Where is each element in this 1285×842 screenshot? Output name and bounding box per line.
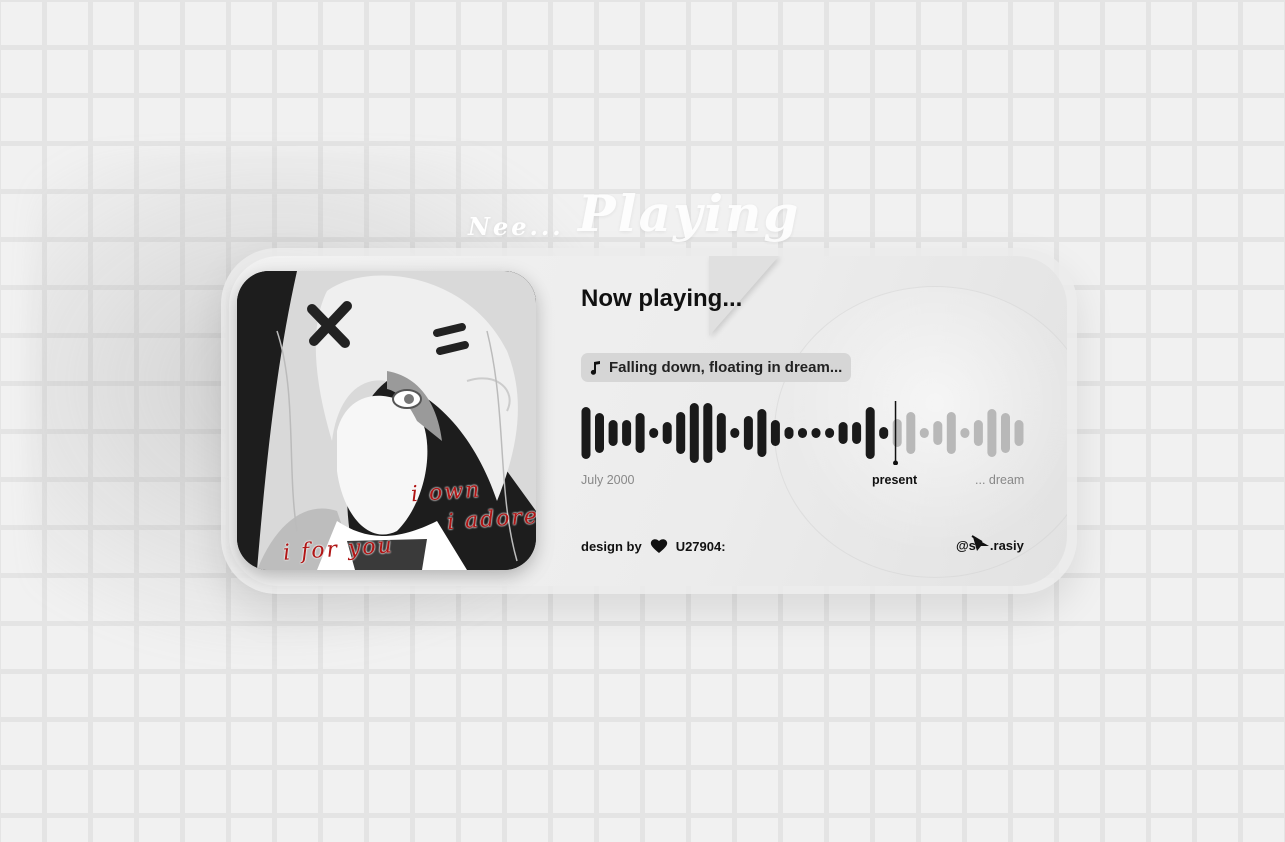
- waveform-bar: [662, 422, 672, 444]
- waveform-bar: [865, 407, 875, 459]
- waveform-bar: [608, 420, 618, 446]
- waveform-bar: [906, 412, 916, 454]
- waveform-bar: [987, 409, 997, 457]
- waveform-bar: [838, 422, 848, 444]
- waveform-bar: [852, 422, 862, 444]
- waveform-bar: [946, 412, 956, 454]
- waveform-bar: [879, 427, 889, 439]
- album-lyric-1: i own: [410, 477, 483, 508]
- end-time-label: ... dream: [975, 473, 1025, 487]
- waveform-bar: [757, 409, 767, 457]
- playhead-knob[interactable]: [893, 460, 899, 466]
- now-playing-title: Now playing...: [581, 285, 743, 312]
- waveform-bar: [770, 420, 780, 446]
- waveform-bar: [784, 427, 794, 439]
- cursor-icon: [971, 535, 989, 551]
- waveform-bar: [798, 428, 807, 438]
- designer-name: U27904:: [675, 538, 726, 554]
- waveform-bar: [1001, 413, 1010, 453]
- waveform-bar: [581, 407, 591, 459]
- current-time-label: present: [872, 473, 918, 487]
- waveform-bar: [960, 428, 970, 438]
- waveform-bar: [689, 403, 699, 463]
- waveform-bar: [811, 428, 821, 438]
- heart-icon: [650, 539, 667, 553]
- decorative-big-text: Playing: [578, 184, 801, 243]
- waveform-bar: [622, 420, 632, 446]
- waveform-bar: [730, 428, 740, 438]
- start-time-label: July 2000: [581, 473, 635, 487]
- waveform-bar: [676, 412, 686, 454]
- waveform-bar: [595, 413, 604, 453]
- waveform-bar: [743, 416, 753, 450]
- waveform-bar: [635, 413, 645, 453]
- waveform-progress[interactable]: [581, 401, 1024, 465]
- waveform-bar: [892, 419, 902, 447]
- design-by-label: design by: [581, 538, 642, 554]
- design-credit: design by U27904:: [581, 538, 726, 554]
- waveform-bar: [973, 420, 983, 446]
- handle-suffix: .rasiy: [989, 538, 1024, 553]
- waveform-bar: [716, 413, 726, 453]
- track-title: Falling down, floating in dream...: [609, 359, 843, 376]
- waveform-bar: [825, 428, 835, 438]
- decorative-small-text: Nee...: [468, 212, 564, 241]
- waveform-bar: [919, 428, 929, 438]
- waveform-bar: [933, 421, 943, 445]
- waveform-bar: [649, 428, 659, 438]
- track-chip[interactable]: Falling down, floating in dream...: [581, 353, 852, 382]
- music-note-icon: [590, 360, 600, 375]
- waveform-bar: [1014, 420, 1024, 446]
- waveform-bar: [703, 403, 713, 463]
